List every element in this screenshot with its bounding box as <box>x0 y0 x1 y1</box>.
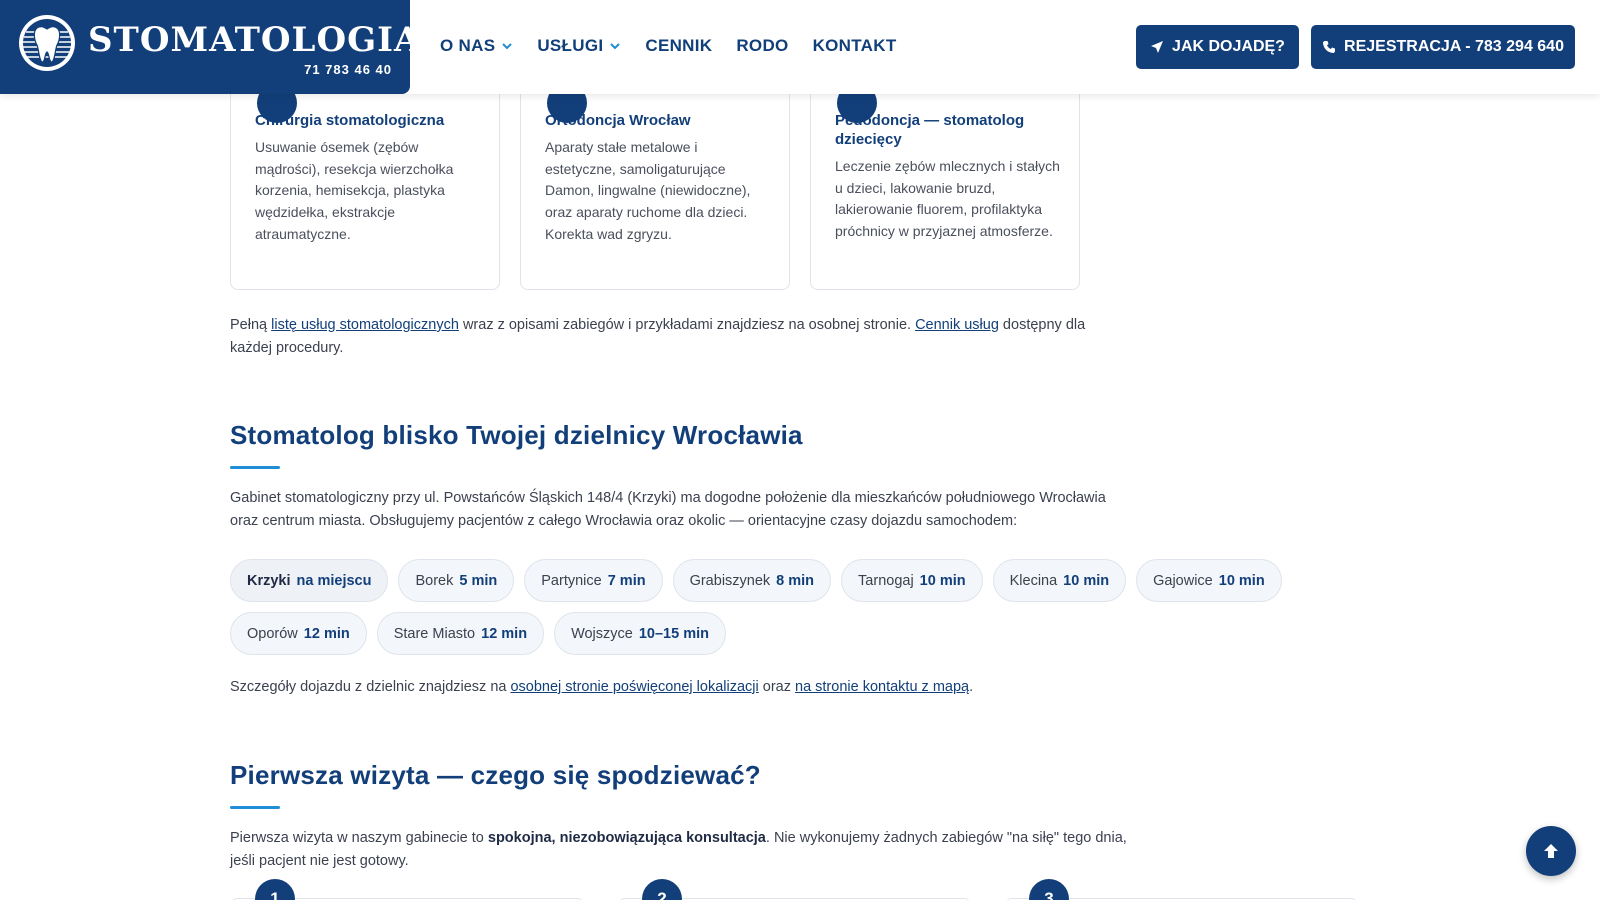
district-name: Grabiszynek <box>689 572 771 589</box>
footer-text: Szczegóły dojazdu z dzielnic znajdziesz … <box>230 679 511 695</box>
service-card-desc: Leczenie zębów mlecznych i stałych u dzi… <box>835 158 1060 240</box>
district-travel-time: 10 min <box>1218 572 1265 589</box>
intro-bold: spokojna, niezobowiązująca konsultacja <box>487 830 766 846</box>
arrow-up-icon <box>1544 844 1558 858</box>
main-nav: O NAS USŁUGI CENNIK RODO KONTAKT <box>440 36 897 56</box>
district-travel-time: 7 min <box>607 572 646 589</box>
district-travel-time: 8 min <box>776 572 815 589</box>
register-phone-button[interactable]: REJESTRACJA - 783 294 640 <box>1311 25 1575 69</box>
directions-button[interactable]: JAK DOJADĘ? <box>1136 25 1299 69</box>
district-pill[interactable]: Partynice 7 min <box>524 559 663 602</box>
district-travel-time: 12 min <box>303 625 350 642</box>
service-card-desc: Aparaty stałe metalowe i estetyczne, sam… <box>545 139 751 242</box>
district-travel-time: 10 min <box>1063 572 1110 589</box>
heading-underline <box>230 806 280 809</box>
district-pill[interactable]: Wojszyce 10–15 min <box>554 612 726 655</box>
district-name: Wojszyce <box>571 625 633 642</box>
nav-item-label: CENNIK <box>645 36 713 55</box>
step-number: 1 <box>255 879 295 900</box>
nav-item-o-nas[interactable]: O NAS <box>440 36 513 56</box>
heading-underline <box>230 466 280 469</box>
step-number: 3 <box>1029 879 1069 900</box>
tooth-emblem-icon <box>19 15 75 71</box>
register-button-label: REJESTRACJA - 783 294 640 <box>1344 38 1564 55</box>
district-name: Partynice <box>541 572 602 589</box>
price-list-link[interactable]: Cennik usług <box>915 317 999 333</box>
directions-button-label: JAK DOJADĘ? <box>1172 38 1285 55</box>
service-card-title: Chirurgia stomatologiczna <box>255 112 445 129</box>
services-list-link[interactable]: listę usług stomatologicznych <box>271 317 459 333</box>
logo-phone: 71 783 46 40 <box>304 62 392 77</box>
service-card-title: Pedodoncja — stomatolog dziecięcy <box>835 112 1025 148</box>
district-pill[interactable]: Tarnogaj 10 min <box>841 559 983 602</box>
district-travel-time: 10–15 min <box>638 625 709 642</box>
chevron-down-icon <box>502 43 513 50</box>
nav-item-label: RODO <box>736 36 789 55</box>
step-number: 2 <box>642 879 682 900</box>
district-travel-time: 5 min <box>459 572 498 589</box>
district-travel-time: 12 min <box>481 625 528 642</box>
contact-map-link[interactable]: na stronie kontaktu z mapą <box>795 679 969 695</box>
first-visit-heading: Pierwsza wizyta — czego się spodziewać? <box>230 760 761 790</box>
service-card-desc: Usuwanie ósemek (zębów mądrości), resekc… <box>255 139 454 242</box>
district-name: Oporów <box>247 625 298 642</box>
scroll-to-top-button[interactable] <box>1526 826 1576 876</box>
logo[interactable]: STOMATOLOGIA 71 783 46 40 <box>0 0 420 94</box>
nav-item-label: O NAS <box>440 36 496 55</box>
note-text: Pełną <box>230 317 272 333</box>
district-pill[interactable]: Klecina 10 min <box>992 559 1127 602</box>
district-travel-time: 10 min <box>919 572 966 589</box>
logo-title: STOMATOLOGIA <box>88 20 422 60</box>
navigation-arrow-icon <box>1151 41 1164 53</box>
service-card-pedodoncja[interactable]: Pedodoncja — stomatolog dziecięcy Leczen… <box>810 60 1080 290</box>
chevron-down-icon <box>610 43 621 50</box>
nav-item-uslugi[interactable]: USŁUGI <box>537 36 621 56</box>
first-visit-intro: Pierwsza wizyta w naszym gabinecie to sp… <box>230 827 1130 873</box>
district-travel-time: na miejscu <box>296 572 372 589</box>
district-pill[interactable]: Gajowice 10 min <box>1136 559 1282 602</box>
footer-text: oraz <box>758 679 795 695</box>
district-name: Krzyki <box>247 572 291 589</box>
district-list: Krzyki na miejscu Borek 5 min Partynice 7 min… <box>230 559 1330 655</box>
services-note: Pełną listę usług stomatologicznych wraz… <box>230 314 1110 360</box>
district-pill[interactable]: Stare Miasto 12 min <box>376 612 545 655</box>
nav-item-label: USŁUGI <box>537 36 604 55</box>
service-card-ortodoncja[interactable]: Ortodoncja Wrocław Aparaty stałe metalow… <box>520 60 790 290</box>
nav-item-cennik[interactable]: CENNIK <box>645 36 712 56</box>
nav-item-rodo[interactable]: RODO <box>736 36 788 56</box>
district-name: Gajowice <box>1153 572 1213 589</box>
location-heading: Stomatolog blisko Twojej dzielnicy Wrocł… <box>230 420 803 450</box>
footer-text: . <box>969 679 974 695</box>
phone-icon <box>1323 41 1336 53</box>
district-pill[interactable]: Grabiszynek 8 min <box>672 559 832 602</box>
nav-item-kontakt[interactable]: KONTAKT <box>813 36 897 56</box>
service-card-title: Ortodoncja Wrocław <box>545 112 691 129</box>
district-name: Tarnogaj <box>858 572 914 589</box>
location-page-link[interactable]: osobnej stronie poświęconej lokalizacji <box>510 679 758 695</box>
intro-text: Pierwsza wizyta w naszym gabinecie to <box>230 830 488 846</box>
district-pill[interactable]: Borek 5 min <box>398 559 515 602</box>
location-intro: Gabinet stomatologiczny przy ul. Powstań… <box>230 490 1106 529</box>
service-card-chirurgia[interactable]: Chirurgia stomatologiczna Usuwanie óseme… <box>230 60 500 290</box>
district-pill[interactable]: Oporów 12 min <box>230 612 367 655</box>
note-text: wraz z opisami zabiegów i przykładami zn… <box>458 317 916 333</box>
site-header: STOMATOLOGIA 71 783 46 40 O NAS USŁUGI C… <box>0 0 1600 94</box>
nav-item-label: KONTAKT <box>812 36 897 55</box>
location-footer: Szczegóły dojazdu z dzielnic znajdziesz … <box>230 676 1130 699</box>
district-name: Stare Miasto <box>393 625 476 642</box>
district-name: Borek <box>415 572 454 589</box>
district-pill[interactable]: Krzyki na miejscu <box>230 559 389 602</box>
district-name: Klecina <box>1009 572 1058 589</box>
